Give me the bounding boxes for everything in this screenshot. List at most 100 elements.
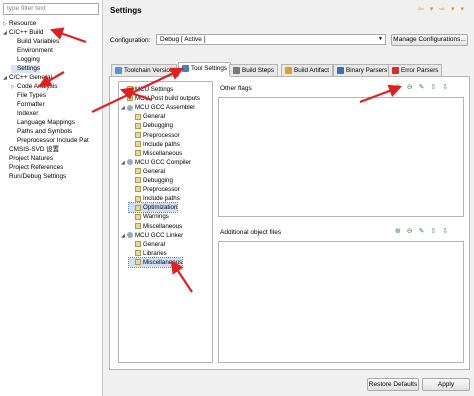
tool-tree-item-label: Miscellaneous (143, 258, 183, 266)
tool-tree-item[interactable]: General (129, 167, 165, 176)
tree-item-cmsis-svd[interactable]: CMSIS-SVD 设置 (3, 146, 59, 154)
tree-item-language-mappings[interactable]: Language Mappings (11, 119, 75, 127)
tool-tree-item-label: MCU GCC Compiler (135, 158, 192, 166)
tool-tree-item[interactable]: Preprocessor (129, 185, 180, 194)
settings-page-icon (135, 195, 141, 202)
tool-tree-item-label: MCU GCC Linker (135, 231, 184, 239)
tool-tree-item[interactable]: Libraries (129, 249, 167, 258)
other-flags-list[interactable] (218, 97, 464, 217)
chevron-down-icon: ▼ (378, 36, 383, 42)
tree-item-label: Language Mappings (17, 119, 75, 126)
expand-toggle-icon[interactable]: ◢ (121, 232, 127, 241)
settings-page: Settings ⇦ ▾ ⇨ ▾ ▾ Configuration: Debug … (104, 0, 474, 396)
tab-error-parsers[interactable]: Error Parsers (388, 64, 443, 76)
tab-icon (337, 66, 344, 74)
tree-item-file-types[interactable]: File Types (11, 92, 46, 100)
settings-page-icon (135, 122, 141, 129)
tree-item-project-natures[interactable]: Project Natures (3, 155, 53, 163)
expand-toggle-icon[interactable]: ◢ (121, 159, 127, 168)
tool-settings-content: MCU Settings MCU Post build outputs ◢ MCU G… (109, 76, 470, 370)
tree-item-label: Preprocessor Include Pat (17, 137, 89, 144)
settings-page-icon (135, 140, 141, 147)
other-flags-toolbar-icons[interactable]: ⊕ ⊖ ✎ ⇧ ⇩ (395, 83, 450, 91)
tree-item-settings[interactable]: Settings (11, 65, 41, 73)
additional-files-toolbar-icons[interactable]: ⊕ ⊖ ✎ ⇧ ⇩ (395, 227, 450, 235)
tree-item-formatter[interactable]: Formatter (11, 101, 45, 109)
tab-icon (233, 66, 240, 74)
tool-tree-item[interactable]: Preprocessor (129, 131, 180, 140)
tool-tree-item[interactable]: Optimization (127, 202, 179, 214)
tool-tree-item[interactable]: Miscellaneous (129, 149, 182, 158)
tool-tree-item[interactable]: ◢ MCU GCC Assembler (121, 103, 195, 112)
tab-icon (182, 64, 189, 72)
tool-tree-item-label: Miscellaneous (143, 222, 183, 230)
tree-item-logging[interactable]: Logging (11, 56, 40, 64)
tree-item-project-references[interactable]: Project References (3, 164, 63, 172)
tool-tree-item-label: General (143, 113, 166, 121)
tool-tree-item[interactable]: Include paths (129, 140, 180, 149)
tool-gear-icon (127, 104, 133, 111)
tab-label: Tool Settings (191, 65, 228, 72)
tab-build-steps[interactable]: Build Steps (229, 64, 278, 76)
tool-tree-item[interactable]: MCU Post build outputs (121, 94, 200, 103)
tab-binary-parsers[interactable]: Binary Parsers (333, 64, 392, 76)
tool-tree-item[interactable]: Debugging (129, 121, 173, 130)
tool-tree-item[interactable]: Miscellaneous (127, 256, 184, 268)
settings-page-icon (127, 95, 133, 102)
other-flags-label: Other flags (220, 85, 252, 92)
tree-item-label: Build Variables (17, 38, 60, 45)
settings-page-icon (135, 204, 141, 211)
tool-tree-item-label: Libraries (143, 249, 167, 257)
tree-item-preprocessor-include-pat[interactable]: Preprocessor Include Pat (11, 137, 89, 145)
tool-tree-item[interactable]: ◢ MCU GCC Linker (121, 231, 183, 240)
apply-button[interactable]: Apply (422, 378, 470, 391)
tool-tree-item-label: Debugging (143, 122, 173, 130)
tool-tree-item[interactable]: Warnings (129, 212, 169, 221)
tool-tree-item[interactable]: Debugging (129, 176, 173, 185)
restore-defaults-button[interactable]: Restore Defaults (367, 378, 419, 391)
tool-tree-item[interactable]: Include paths (129, 194, 180, 203)
tree-item-c-c-build[interactable]: ◢ C/C++ Build (3, 29, 43, 37)
tool-tree-item[interactable]: MCU Settings (121, 85, 173, 94)
tree-item-resource[interactable]: ▷ Resource (3, 20, 36, 28)
history-nav-icons[interactable]: ⇦ ▾ ⇨ ▾ ▾ (418, 5, 466, 13)
tab-tool-settings[interactable]: Tool Settings (178, 62, 232, 77)
tool-tree-item-label: Warnings (143, 213, 169, 221)
tree-item-label: CMSIS-SVD 设置 (9, 146, 60, 153)
tool-gear-icon (127, 159, 133, 166)
page-title: Settings (110, 6, 142, 15)
settings-page-icon (135, 150, 141, 157)
configuration-select[interactable]: Debug [ Active ] ▼ (156, 34, 386, 45)
tree-item-run-debug-settings[interactable]: Run/Debug Settings (3, 173, 66, 181)
settings-page-icon (135, 213, 141, 220)
filter-input[interactable]: type filter text (3, 3, 99, 15)
tool-tree-item[interactable]: General (129, 240, 165, 249)
tool-tree-item-label: Optimization (143, 204, 178, 212)
tree-item-label: Indexer (17, 110, 39, 117)
tool-tree-item-label: MCU Settings (135, 86, 174, 93)
tool-tree-item[interactable]: Miscellaneous (129, 222, 182, 231)
tree-item-c-c-general[interactable]: ◢ C/C++ General (3, 74, 52, 82)
tab-icon (115, 66, 122, 74)
tree-item-build-variables[interactable]: Build Variables (11, 38, 59, 46)
manage-configurations-button[interactable]: Manage Configurations... (391, 34, 468, 46)
tool-tree-item-label: MCU Post build outputs (135, 95, 200, 103)
tree-item-paths-and-symbols[interactable]: Paths and Symbols (11, 128, 72, 136)
tab-build-artifact[interactable]: Build Artifact (281, 64, 333, 76)
configuration-value: Debug [ Active ] (160, 36, 206, 43)
tool-tree-item-label: Include paths (143, 140, 180, 148)
additional-object-files-list[interactable] (218, 241, 464, 363)
tree-item-code-analysis[interactable]: ▷ Code Analysis (11, 83, 58, 91)
tool-tree-item-label: Preprocessor (143, 131, 180, 139)
tool-tree-item[interactable]: ◢ MCU GCC Compiler (121, 158, 191, 167)
tree-item-label: Project References (9, 164, 64, 171)
tree-item-environment[interactable]: Environment (11, 47, 53, 55)
tab-icon (392, 66, 399, 74)
tree-item-indexer[interactable]: Indexer (11, 110, 38, 118)
settings-page-icon (135, 168, 141, 175)
tool-tree-item-label: General (143, 167, 166, 175)
tab-label: Build Steps (242, 67, 274, 74)
tool-tree-item[interactable]: General (129, 112, 165, 121)
tab-label: Build Artifact (294, 67, 329, 74)
tab-toolchain-version[interactable]: Toolchain Version (111, 64, 178, 76)
